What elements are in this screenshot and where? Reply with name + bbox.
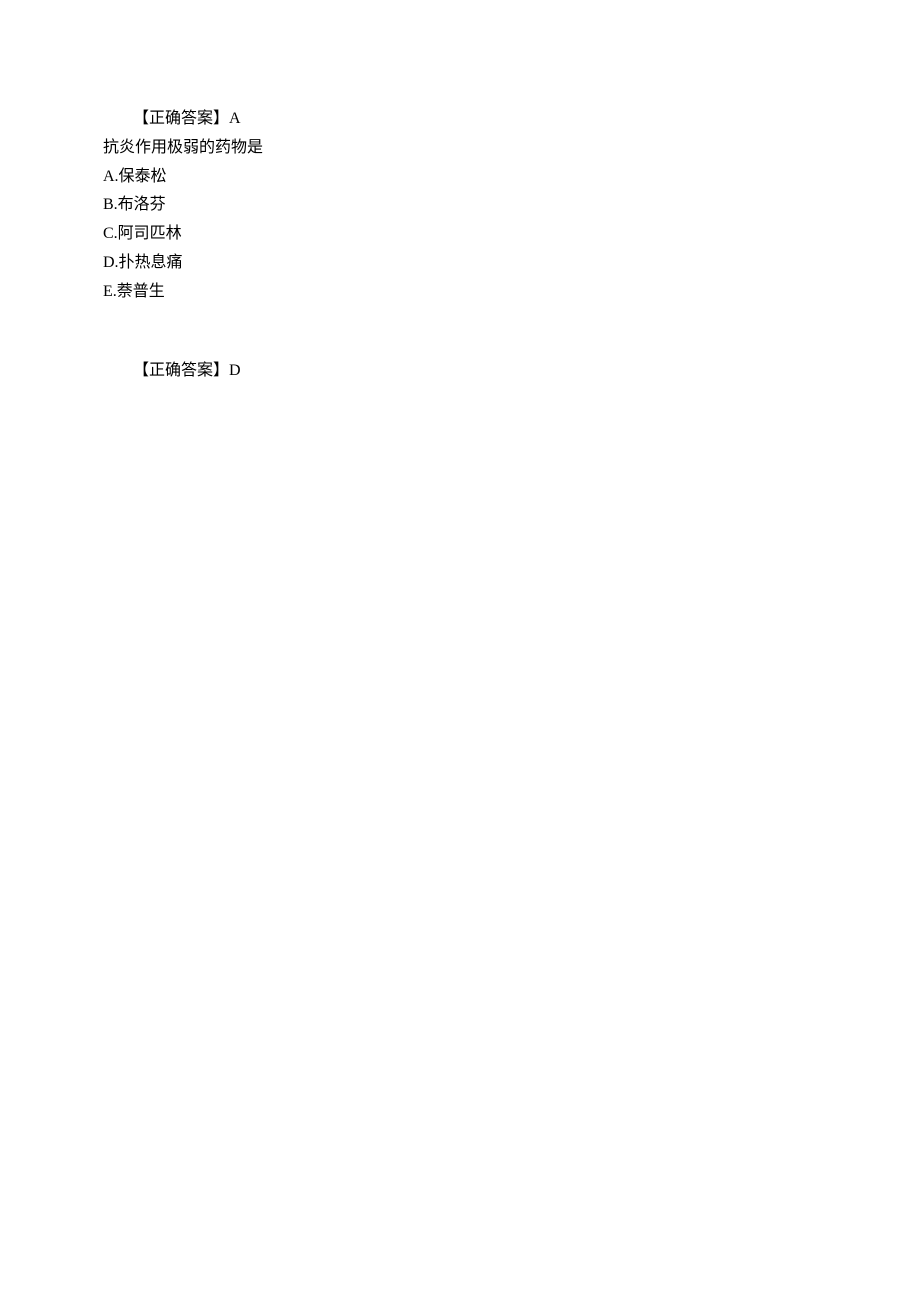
option-b: B.布洛芬	[103, 191, 920, 220]
option-c: C.阿司匹林	[103, 220, 920, 249]
question-label: 抗炎作用极弱的药物是	[103, 139, 263, 156]
answer-text-1: 【正确答案】A	[133, 110, 241, 127]
option-a-text: A.保泰松	[103, 168, 167, 185]
spacer	[103, 307, 920, 357]
answer-block-1: 【正确答案】A	[133, 105, 920, 134]
answer-block-2: 【正确答案】D	[133, 357, 920, 386]
option-b-text: B.布洛芬	[103, 196, 166, 213]
option-e: E.萘普生	[103, 278, 920, 307]
option-d: D.扑热息痛	[103, 249, 920, 278]
question-text: 抗炎作用极弱的药物是	[103, 134, 920, 163]
option-c-text: C.阿司匹林	[103, 225, 182, 242]
option-d-text: D.扑热息痛	[103, 254, 183, 271]
answer-text-2: 【正确答案】D	[133, 362, 241, 379]
option-a: A.保泰松	[103, 163, 920, 192]
option-e-text: E.萘普生	[103, 283, 165, 300]
